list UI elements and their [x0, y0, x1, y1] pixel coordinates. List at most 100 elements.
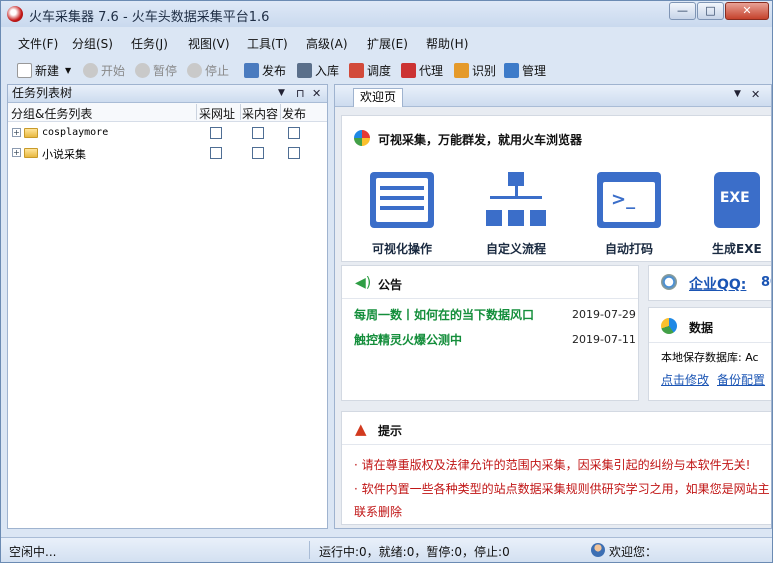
menu-file[interactable]: 文件(F) [18, 35, 58, 52]
tab-close-icon[interactable]: ✕ [751, 88, 760, 101]
checkbox-collect-url[interactable] [210, 127, 222, 139]
notice-title: 公告 [378, 278, 403, 292]
notice-card: ◀) 公告 每周一数丨如何在的当下数据风口 2019-07-29 触控精灵火爆公… [341, 265, 639, 401]
notice-date: 2019-07-29 [572, 308, 636, 321]
stop-icon [187, 62, 202, 78]
tree-label: 小说采集 [42, 148, 86, 161]
schedule-button[interactable]: 调度 [349, 61, 391, 79]
minimize-button[interactable]: — [669, 2, 696, 20]
tips-card: ▲ 提示 · 请在尊重版权及法律允许的范围内采集，因采集引起的纠纷与本软件无关!… [341, 411, 771, 525]
tab-bar: 欢迎页 ▼ ✕ [335, 85, 771, 107]
new-file-icon [17, 62, 32, 78]
folder-icon [24, 128, 38, 138]
status-bar: 空闲中... 运行中:0，就绪:0，暂停:0，停止:0 欢迎您： [1, 537, 772, 562]
task-tree-panel: 任务列表树 ▼ ⊓ ✕ 分组&任务列表 采网址 采内容 发布 + cosplay… [7, 84, 328, 529]
tip-line: · 请在尊重版权及法律允许的范围内采集，因采集引起的纠纷与本软件无关! [354, 458, 751, 472]
tips-title: 提示 [378, 424, 403, 438]
panel-pin-icon[interactable]: ⊓ [296, 85, 305, 102]
panel-close-icon[interactable]: ✕ [312, 85, 321, 102]
backup-config-link[interactable]: 备份配置 [717, 371, 765, 388]
menu-help[interactable]: 帮助(H) [426, 35, 468, 52]
qq-icon [661, 274, 677, 290]
expand-icon[interactable]: + [12, 148, 21, 157]
title-bar: 火车采集器 7.6 - 火车头数据采集平台1.6 — □ ✕ [1, 1, 772, 27]
speaker-icon: ◀) [355, 275, 372, 291]
proxy-button[interactable]: 代理 [401, 61, 443, 79]
play-icon [83, 62, 98, 78]
tree-row[interactable]: + 小说采集 [8, 144, 327, 162]
pause-button[interactable]: 暂停 [135, 61, 177, 79]
expand-icon[interactable]: + [12, 128, 21, 137]
exe-file-icon: EXE [713, 172, 760, 228]
column-header: 分组&任务列表 采网址 采内容 发布 [8, 103, 327, 122]
database-icon [297, 62, 312, 78]
col-publish[interactable]: 发布 [282, 105, 306, 122]
feature-auto-captcha[interactable]: >_ 自动打码 [597, 172, 661, 257]
manage-button[interactable]: 管理 [504, 61, 546, 79]
menu-advanced[interactable]: 高级(A) [306, 35, 348, 52]
qq-card: 企业QQ: 80 [648, 265, 771, 301]
contact-delete-link[interactable]: 联系删除 [354, 503, 402, 520]
tab-menu-icon[interactable]: ▼ [734, 89, 741, 99]
proxy-icon [401, 62, 416, 78]
db-info: 本地保存数据库: Ac [661, 351, 759, 364]
user-icon [591, 543, 605, 557]
checkbox-publish[interactable] [288, 127, 300, 139]
menu-extend[interactable]: 扩展(E) [367, 35, 408, 52]
visual-operation-icon [370, 172, 434, 228]
qq-link[interactable]: 企业QQ: [689, 274, 746, 294]
tree-label: cosplaymore [42, 127, 109, 138]
welcome-body: 可视采集，万能群发，就用火车浏览器 可视化操作 自定义流程 >_ 自动打码 EX… [335, 107, 771, 528]
notice-item-link[interactable]: 触控精灵火爆公测中 [354, 331, 462, 348]
recognize-button[interactable]: 识别 [454, 61, 496, 79]
recognize-icon [454, 62, 469, 78]
new-button[interactable]: 新建 ▼ [17, 61, 71, 79]
feature-custom-flow[interactable]: 自定义流程 [484, 172, 548, 257]
warning-icon: ▲ [355, 420, 367, 438]
notice-item-link[interactable]: 每周一数丨如何在的当下数据风口 [354, 306, 534, 323]
status-idle: 空闲中... [9, 545, 57, 559]
start-button[interactable]: 开始 [83, 61, 125, 79]
col-collect-content[interactable]: 采内容 [242, 105, 278, 122]
flow-chart-icon [484, 172, 548, 228]
menu-view[interactable]: 视图(V) [188, 35, 230, 52]
menu-bar: 文件(F) 分组(S) 任务(J) 视图(V) 工具(T) 高级(A) 扩展(E… [1, 31, 772, 55]
data-card: 数据 本地保存数据库: Ac 点击修改 备份配置 [648, 307, 771, 401]
col-collect-url[interactable]: 采网址 [199, 105, 235, 122]
panel-title: 任务列表树 [12, 86, 73, 100]
edit-db-link[interactable]: 点击修改 [661, 371, 709, 388]
tab-welcome[interactable]: 欢迎页 [353, 88, 404, 107]
schedule-icon [349, 62, 364, 78]
folder-icon [24, 148, 38, 158]
menu-tools[interactable]: 工具(T) [247, 35, 288, 52]
menu-task[interactable]: 任务(J) [131, 35, 168, 52]
feature-card: 可视采集，万能群发，就用火车浏览器 可视化操作 自定义流程 >_ 自动打码 EX… [341, 115, 771, 262]
tip-line: · 软件内置一些各种类型的站点数据采集规则供研究学习之用，如果您是网站主 [354, 482, 770, 496]
data-title: 数据 [689, 321, 714, 335]
app-logo-icon [7, 6, 23, 22]
app-window: 火车采集器 7.6 - 火车头数据采集平台1.6 — □ ✕ 文件(F) 分组(… [0, 0, 773, 563]
data-chart-icon [661, 318, 677, 334]
feature-visual[interactable]: 可视化操作 [370, 172, 434, 257]
manage-icon [504, 62, 519, 78]
checkbox-publish[interactable] [288, 147, 300, 159]
maximize-button[interactable]: □ [697, 2, 724, 20]
browser-logo-icon [354, 130, 370, 146]
checkbox-collect-content[interactable] [252, 147, 264, 159]
toolbar: 新建 ▼ 开始 暂停 停止 发布 入库 调度 代理 识别 管理 [1, 57, 772, 83]
close-window-button[interactable]: ✕ [725, 2, 769, 20]
checkbox-collect-content[interactable] [252, 127, 264, 139]
tree-row[interactable]: + cosplaymore [8, 124, 327, 142]
status-welcome: 欢迎您： [609, 545, 658, 559]
publish-button[interactable]: 发布 [244, 61, 286, 79]
stop-button[interactable]: 停止 [187, 61, 229, 79]
menu-group[interactable]: 分组(S) [72, 35, 113, 52]
panel-menu-icon[interactable]: ▼ [278, 85, 285, 102]
publish-icon [244, 62, 259, 78]
status-counts: 运行中:0，就绪:0，暂停:0，停止:0 [319, 545, 510, 559]
feature-generate-exe[interactable]: EXE 生成EXE [712, 172, 762, 257]
import-button[interactable]: 入库 [297, 61, 339, 79]
terminal-icon: >_ [597, 172, 661, 228]
checkbox-collect-url[interactable] [210, 147, 222, 159]
col-tree[interactable]: 分组&任务列表 [11, 105, 92, 122]
